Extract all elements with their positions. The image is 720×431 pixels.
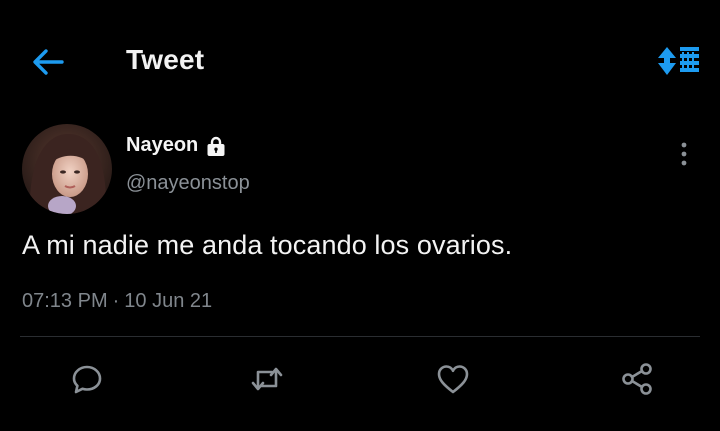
arrow-left-icon — [33, 49, 64, 75]
sort-arrows-icon — [658, 47, 699, 75]
top-app-bar: Tweet — [0, 0, 720, 120]
reply-button[interactable] — [70, 362, 104, 396]
share-button[interactable] — [620, 362, 654, 396]
meta-separator: · — [112, 290, 120, 312]
tweet-date: 10 Jun 21 — [124, 290, 213, 312]
heart-icon — [437, 365, 469, 394]
tweet-metadata: 07:13 PM · 10 Jun 21 — [22, 290, 212, 313]
share-icon — [622, 363, 652, 395]
more-vertical-icon — [681, 142, 687, 166]
lock-icon — [207, 136, 225, 156]
tweet-text: A mi nadie me anda tocando los ovarios. — [22, 230, 513, 260]
retweet-button[interactable] — [250, 362, 284, 396]
sort-button[interactable] — [654, 44, 702, 78]
divider — [20, 336, 700, 337]
reply-icon — [72, 365, 102, 394]
profile-photo — [22, 124, 112, 214]
page-title: Tweet — [126, 44, 205, 75]
tweet-time: 07:13 PM — [22, 290, 108, 312]
username-handle[interactable]: @nayeonstop — [126, 172, 250, 195]
like-button[interactable] — [436, 362, 470, 396]
author-name-row[interactable]: Nayeon — [126, 134, 227, 157]
retweet-icon — [251, 367, 283, 391]
display-name: Nayeon — [126, 134, 199, 156]
more-options-button[interactable] — [672, 140, 696, 168]
tweet-author: Nayeon @nayeonstop — [22, 124, 702, 220]
back-button[interactable] — [30, 44, 66, 80]
avatar[interactable] — [22, 124, 112, 214]
